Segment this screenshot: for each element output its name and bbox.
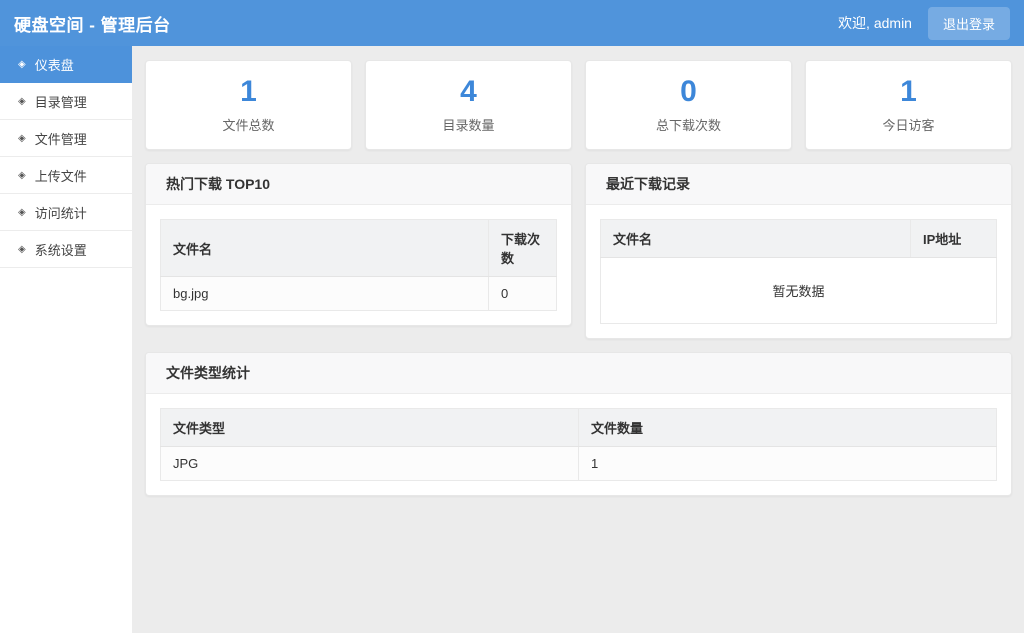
recent-downloads-table: 文件名 IP地址 暂无数据 [600, 219, 997, 324]
column-header-file-type: 文件类型 [160, 408, 579, 447]
sidebar-item-file-management[interactable]: ◈ 文件管理 [0, 120, 132, 157]
top-header-bar: 硬盘空间 - 管理后台 欢迎, admin 退出登录 [0, 0, 1024, 46]
sidebar-item-access-stats[interactable]: ◈ 访问统计 [0, 194, 132, 231]
column-header-filename: 文件名 [160, 219, 489, 277]
empty-state-text: 暂无数据 [600, 257, 997, 324]
diamond-icon: ◈ [18, 243, 26, 255]
column-header-download-count: 下载次数 [488, 219, 557, 277]
sidebar-nav: ◈ 仪表盘 ◈ 目录管理 ◈ 文件管理 ◈ 上传文件 ◈ 访问统计 ◈ 系统设置 [0, 46, 132, 633]
diamond-icon: ◈ [18, 169, 26, 181]
empty-state-row: 暂无数据 [600, 257, 997, 324]
panel-title: 热门下载 TOP10 [146, 164, 571, 205]
sidebar-item-label: 文件管理 [34, 131, 87, 147]
welcome-text: 欢迎, admin [838, 15, 912, 31]
diamond-icon: ◈ [18, 58, 26, 70]
sidebar-item-label: 上传文件 [34, 168, 87, 184]
diamond-icon: ◈ [18, 95, 26, 107]
sidebar-item-directory-management[interactable]: ◈ 目录管理 [0, 83, 132, 120]
table-row: bg.jpg 0 [160, 276, 557, 311]
cell-download-count: 0 [488, 276, 557, 311]
panel-body: 文件名 IP地址 暂无数据 [586, 205, 1011, 338]
file-types-table: 文件类型 文件数量 JPG 1 [160, 408, 997, 481]
stat-card-total-files: 1 文件总数 [145, 60, 352, 150]
stat-value: 0 [680, 75, 697, 108]
main-content: 1 文件总数 4 目录数量 0 总下载次数 1 今日访客 热门下载 TOP10 [132, 46, 1024, 633]
app-title: 硬盘空间 - 管理后台 [14, 15, 171, 35]
stat-label: 目录数量 [442, 118, 495, 133]
diamond-icon: ◈ [18, 206, 26, 218]
sidebar-item-label: 访问统计 [34, 205, 87, 221]
stat-value: 1 [240, 75, 257, 108]
column-header-filename: 文件名 [600, 219, 911, 258]
stat-label: 今日访客 [882, 118, 935, 133]
stat-label: 总下载次数 [655, 118, 721, 133]
panel-body: 文件类型 文件数量 JPG 1 [146, 394, 1011, 495]
panel-title: 最近下载记录 [586, 164, 1011, 205]
panel-title: 文件类型统计 [146, 353, 1011, 394]
panel-file-types: 文件类型统计 文件类型 文件数量 JPG 1 [145, 352, 1012, 496]
stat-card-directory-count: 4 目录数量 [365, 60, 572, 150]
cell-file-count: 1 [578, 446, 997, 481]
stats-row: 1 文件总数 4 目录数量 0 总下载次数 1 今日访客 [145, 60, 1012, 150]
sidebar-item-system-settings[interactable]: ◈ 系统设置 [0, 231, 132, 268]
logout-button[interactable]: 退出登录 [927, 6, 1010, 40]
sidebar-item-label: 目录管理 [34, 94, 87, 110]
stat-label: 文件总数 [222, 118, 275, 133]
column-header-ip-address: IP地址 [910, 219, 997, 258]
stat-card-today-visitors: 1 今日访客 [805, 60, 1012, 150]
cell-file-type: JPG [160, 446, 579, 481]
stat-value: 1 [900, 75, 917, 108]
diamond-icon: ◈ [18, 132, 26, 144]
hot-downloads-table: 文件名 下载次数 bg.jpg 0 [160, 219, 557, 311]
panel-recent-downloads: 最近下载记录 文件名 IP地址 暂无数据 [585, 163, 1012, 339]
cell-filename: bg.jpg [160, 276, 489, 311]
stat-card-total-downloads: 0 总下载次数 [585, 60, 792, 150]
sidebar-item-label: 仪表盘 [34, 57, 74, 73]
column-header-file-count: 文件数量 [578, 408, 997, 447]
sidebar-item-label: 系统设置 [34, 242, 87, 258]
header-right-area: 欢迎, admin 退出登录 [838, 6, 1010, 40]
sidebar-item-dashboard[interactable]: ◈ 仪表盘 [0, 46, 132, 83]
stat-value: 4 [460, 75, 477, 108]
sidebar-item-upload-file[interactable]: ◈ 上传文件 [0, 157, 132, 194]
panel-body: 文件名 下载次数 bg.jpg 0 [146, 205, 571, 325]
panels-row: 热门下载 TOP10 文件名 下载次数 bg.jpg 0 最近下载记录 文件名 … [145, 163, 1012, 339]
panel-hot-downloads: 热门下载 TOP10 文件名 下载次数 bg.jpg 0 [145, 163, 572, 326]
table-row: JPG 1 [160, 446, 997, 481]
